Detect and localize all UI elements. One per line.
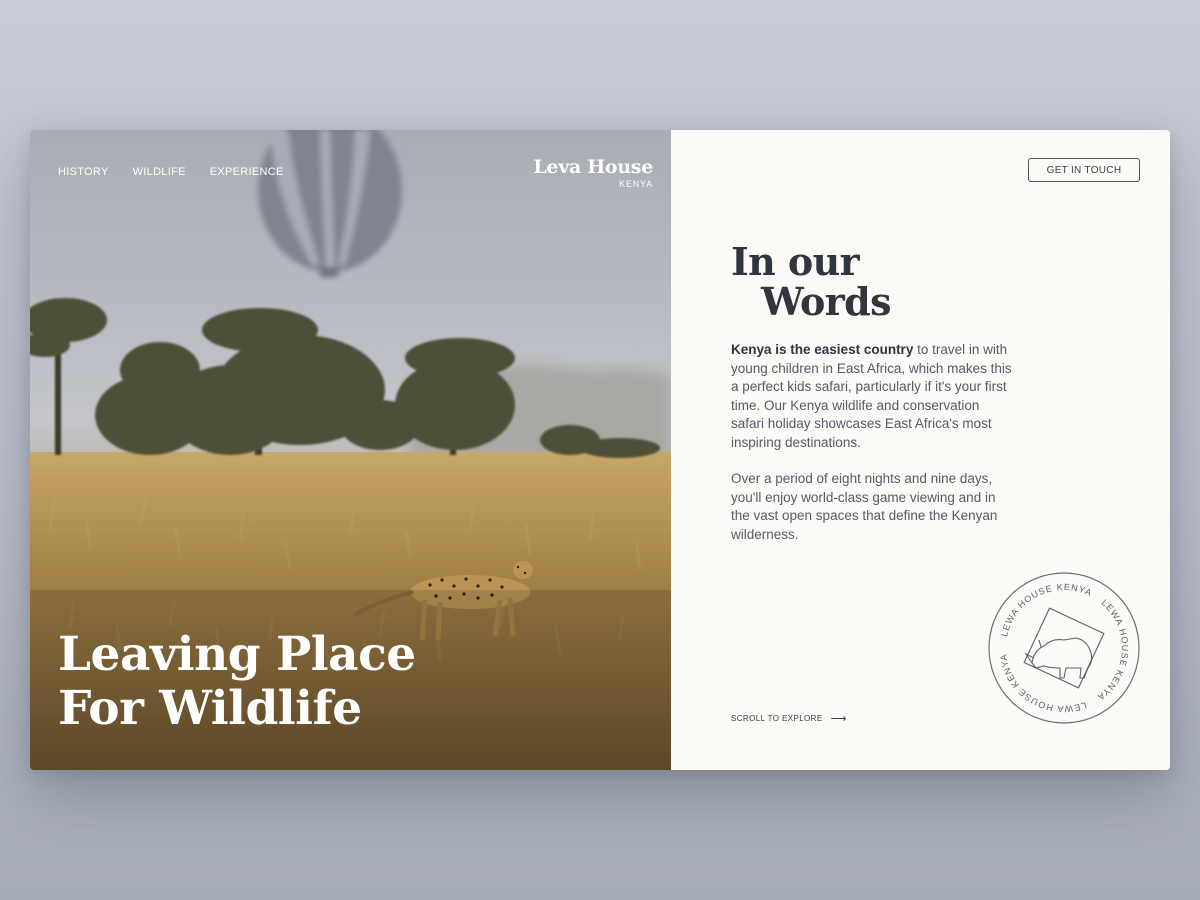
intro-paragraph: Kenya is the easiest country to travel i… [731,341,1016,452]
safari-photo: HISTORY WILDLIFE EXPERIENCE Leva House K… [30,130,671,770]
svg-text:LEWA HOUSE KENYA: LEWA HOUSE KENYA [998,653,1088,714]
stamp-text-2: LEWA HOUSE KENYA [1095,597,1129,702]
brand-logo[interactable]: Leva House KENYA [533,156,653,189]
svg-text:LEWA HOUSE KENYA: LEWA HOUSE KENYA [1095,597,1130,702]
intro-paragraph-text: to travel in with young children in East… [731,342,1012,450]
content-panel: GET IN TOUCH In our Words Kenya is the e… [671,130,1170,770]
nav-experience[interactable]: EXPERIENCE [210,166,284,178]
stamp-text-3: LEWA HOUSE KENYA [998,653,1087,714]
hero-title: Leaving Place For Wildlife [58,628,416,736]
section-heading: In our Words [731,239,892,324]
stamp-text-1: LEWA HOUSE KENYA [999,582,1093,638]
hero-title-line1: Leaving Place [58,627,416,682]
nav-wildlife[interactable]: WILDLIFE [133,166,186,178]
get-in-touch-button[interactable]: GET IN TOUCH [1028,158,1140,182]
svg-text:LEWA HOUSE KENYA: LEWA HOUSE KENYA [999,582,1094,638]
intro-paragraph-bold: Kenya is the easiest country [731,342,914,357]
rhino-icon [1023,607,1105,689]
hero-title-line2: For Wildlife [58,681,362,736]
section-heading-line2: Words [761,279,892,324]
scroll-label: SCROLL TO EXPLORE [731,714,823,723]
logo-name: Leva House [533,156,653,178]
detail-paragraph: Over a period of eight nights and nine d… [731,471,998,542]
section-heading-line1: In our [731,239,860,284]
nav-history[interactable]: HISTORY [58,166,109,178]
logo-subtitle: KENYA [619,179,653,189]
hero-card: HISTORY WILDLIFE EXPERIENCE Leva House K… [30,130,1170,770]
arrow-right-icon: ⟶ [830,712,847,725]
main-nav: HISTORY WILDLIFE EXPERIENCE [58,166,284,178]
lewa-house-stamp: LEWA HOUSE KENYA LEWA HOUSE KENYA LEWA H… [988,572,1140,724]
balloon-image [258,130,402,277]
scroll-to-explore-link[interactable]: SCROLL TO EXPLORE ⟶ [731,712,847,725]
